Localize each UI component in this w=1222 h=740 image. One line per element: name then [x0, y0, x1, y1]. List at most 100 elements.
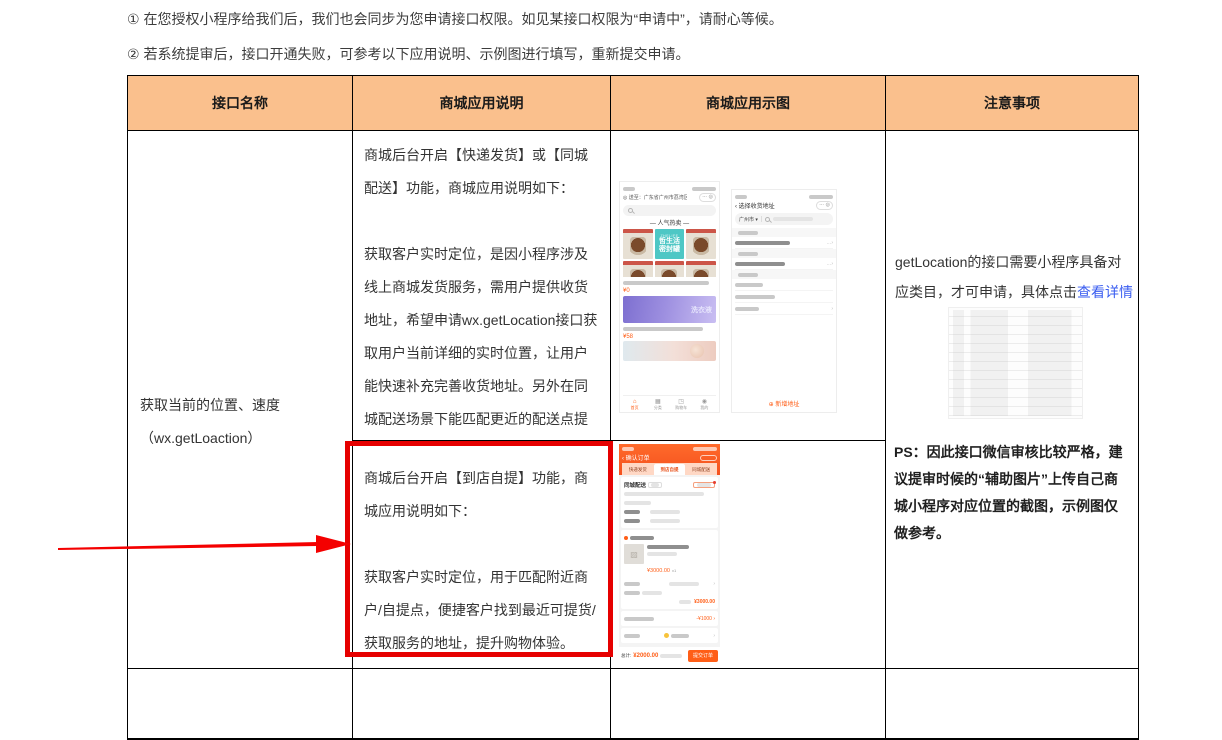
address-line	[624, 489, 715, 498]
address-page-title: ‹ 选择收货地址	[735, 201, 775, 210]
shipping-row: 同城配送	[624, 480, 715, 489]
api-name-text: 获取当前的位置、速度	[140, 389, 342, 422]
delivery-desc-p1: 商城后台开启【快递发货】或【同城配送】功能，商城应用说明如下：	[364, 139, 599, 205]
col-header-app-description: 商城应用说明	[353, 76, 611, 131]
col-header-api-name: 接口名称	[128, 76, 353, 131]
search-icon	[628, 208, 633, 213]
product-tile-jar	[623, 261, 653, 277]
product-tile-jar	[655, 261, 685, 277]
pickup-desc-p1: 商城后台开启【到店自提】功能，商城应用说明如下：	[364, 462, 599, 528]
time-placeholder	[735, 195, 747, 199]
banner-text: 洗衣液	[691, 305, 712, 315]
category-icon: ▦	[655, 399, 661, 405]
intro-note-2: ② 若系统提审后，接口开通失败，可参考以下应用说明、示例图进行填写，重新提交申请…	[127, 44, 689, 64]
paragraph-gap	[364, 528, 599, 561]
search-bar	[623, 205, 716, 216]
api-permission-table: 接口名称 商城应用说明 商城应用示图 注意事项 获取当前的位置、速度 （wx.g…	[127, 75, 1139, 740]
product-price-1: ¥0	[623, 287, 716, 295]
chevron-right-icon: ›	[713, 633, 715, 639]
col-header-notes: 注意事项	[886, 76, 1138, 131]
product-tile-jar	[686, 261, 716, 277]
screenshot-mall-home: ◎ 送至：广东省广州市荔湾区… ⋯ ◎ — 人气热卖 — ZHELIFE 哲生活…	[619, 181, 720, 413]
example-images-row2-cell: ‹ 确认订单 快递发货 到店自提 同城配送 同城配送	[611, 441, 886, 669]
tab-cart: ◳购物车	[670, 399, 693, 410]
status-bar	[623, 185, 716, 192]
view-details-link[interactable]: 查看详情	[1077, 284, 1133, 300]
order-header: ‹ 确认订单 快递发货 到店自提 同城配送	[619, 444, 720, 475]
placeholder-text	[773, 217, 813, 221]
item-card: ▨ ¥3000.00x1 › ¥3000.00	[621, 530, 718, 609]
product-title-line	[623, 279, 716, 287]
chevron-right-icon: ›	[713, 581, 715, 587]
total-value: ¥2000.00	[633, 653, 658, 659]
item-row: ▨ ¥3000.00x1	[624, 544, 715, 577]
menu-capsule-icon	[700, 455, 717, 461]
payment-card: ›	[621, 628, 718, 643]
city-selector: 广州市 ▾	[739, 216, 758, 223]
address-row	[735, 279, 833, 291]
detergent-banner: 洗衣液	[623, 296, 716, 323]
location-row: ◎ 送至：广东省广州市荔湾区… ⋯ ◎	[623, 192, 716, 202]
add-address-button: ⊕ 新增地址	[735, 397, 833, 409]
product-title-line	[623, 325, 716, 333]
text-placeholder	[623, 281, 709, 285]
shipping-label: 同城配送	[624, 481, 646, 489]
discount-value: -¥1000 ›	[696, 616, 715, 622]
example-images-row1-cell: ◎ 送至：广东省广州市荔湾区… ⋯ ◎ — 人气热卖 — ZHELIFE 哲生活…	[611, 131, 886, 441]
address-line	[624, 498, 715, 507]
location-text: ◎ 送至：广东省广州市荔湾区…	[623, 194, 687, 201]
status-bar	[735, 193, 833, 200]
coupon-card: -¥1000 ›	[621, 611, 718, 626]
description-pickup-cell: 商城后台开启【到店自提】功能，商城应用说明如下： 获取客户实时定位，用于匹配附近…	[353, 441, 611, 669]
tab-home: ⌂首页	[623, 399, 646, 410]
product-tile-jar	[686, 229, 716, 259]
notes-cell: getLocation的接口需要小程序具备对应类目，才可申请，具体点击查看详情 …	[886, 131, 1138, 669]
fulfillment-tabs: 快递发货 到店自提 同城配送	[622, 463, 717, 475]
submit-order-button: 提交订单	[688, 650, 718, 662]
wechat-pay-icon	[664, 633, 669, 638]
time-placeholder	[623, 187, 635, 191]
product-tile-brand: ZHELIFE 哲生活 密封罐	[655, 229, 685, 259]
timing-pill	[648, 482, 662, 488]
text-placeholder	[623, 327, 703, 331]
shop-icon	[624, 536, 628, 540]
empty-cell	[353, 669, 611, 739]
brand-line2: 密封罐	[659, 246, 680, 254]
signal-placeholder	[809, 195, 833, 199]
screenshot-order-confirm: ‹ 确认订单 快递发货 到店自提 同城配送 同城配送	[619, 444, 720, 664]
product-tile-jar	[623, 229, 653, 259]
section-header	[732, 249, 836, 258]
address-row	[735, 291, 833, 303]
delivery-desc-p2: 获取客户实时定位，是因小程序涉及线上商城发货服务，需用户提供收货地址，希望申请w…	[364, 238, 599, 469]
profile-icon: ◉	[702, 399, 707, 405]
chevron-right-icon: …›	[826, 261, 833, 267]
shop-row	[624, 533, 715, 542]
total-label: 总计:	[621, 653, 631, 659]
remark-row	[624, 588, 715, 597]
api-name-cell: 获取当前的位置、速度 （wx.getLoaction）	[128, 131, 353, 669]
subtotal-row: ¥3000.00	[624, 597, 715, 606]
section-header	[732, 228, 836, 237]
product-grid: ZHELIFE 哲生活 密封罐	[623, 229, 716, 277]
description-delivery-cell: 商城后台开启【快递发货】或【同城配送】功能，商城应用说明如下： 获取客户实时定位…	[353, 131, 611, 441]
section-header	[732, 270, 836, 279]
tab-store-pickup: 到店自提	[654, 464, 686, 475]
cart-icon: ◳	[678, 399, 684, 405]
item-price: ¥3000.00	[647, 568, 670, 574]
col-header-app-example: 商城应用示图	[611, 76, 886, 131]
tab-profile: ◉我的	[693, 399, 716, 410]
page-title-row: ‹ 选择收货地址 ⋯ ◎	[735, 200, 833, 210]
chevron-right-icon: …›	[826, 240, 833, 246]
invoice-row: ›	[624, 579, 715, 588]
address-search-bar: 广州市 ▾	[735, 213, 833, 225]
notes-ps-text: PS：因此接口微信审核比较严格，建议提审时候的“辅助图片”上传自己商城小程序对应…	[894, 439, 1131, 547]
address-row: …›	[735, 258, 833, 270]
hot-sale-section-title: — 人气热卖 —	[623, 219, 716, 229]
chevron-right-icon: ›	[831, 306, 833, 312]
subtotal-value: ¥3000.00	[694, 599, 715, 605]
order-title-row: ‹ 确认订单	[622, 452, 717, 463]
paragraph-gap	[364, 205, 599, 238]
intro-note-1: ① 在您授权小程序给我们后，我们也会同步为您申请接口权限。如见某接口权限为“申请…	[127, 9, 783, 29]
shipping-card: 同城配送	[621, 477, 718, 528]
product-price-2: ¥58	[623, 333, 716, 341]
